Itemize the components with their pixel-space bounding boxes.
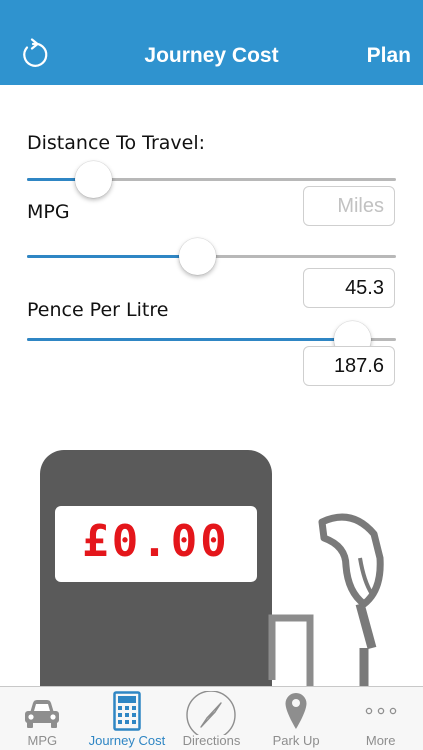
ppl-label: Pence Per Litre: [27, 299, 169, 321]
more-dots-icon: [365, 707, 396, 715]
tab-label: Directions: [182, 733, 241, 748]
mpg-label: MPG: [27, 201, 70, 223]
fuel-nozzle-icon: [268, 513, 384, 686]
fuel-pump-illustration: £0.00: [0, 440, 423, 686]
page-title: Journey Cost: [144, 44, 279, 67]
tab-label: MPG: [27, 733, 58, 748]
tab-journey-cost[interactable]: Journey Cost: [85, 687, 170, 750]
mpg-input[interactable]: [303, 268, 395, 308]
slider-thumb[interactable]: [178, 238, 216, 275]
plan-button[interactable]: Plan: [367, 44, 411, 68]
car-icon: [25, 700, 60, 728]
tab-directions[interactable]: Directions: [169, 687, 254, 750]
slider-fill: [27, 338, 352, 341]
calculator-icon: [113, 691, 141, 731]
compass-icon: [186, 691, 237, 735]
tab-label: More: [365, 733, 396, 748]
navigation-bar: Journey Cost Plan: [0, 0, 423, 85]
slider-fill: [27, 255, 197, 258]
tab-label: Park Up: [272, 733, 320, 748]
tab-park-up[interactable]: Park Up: [254, 687, 339, 750]
ppl-input[interactable]: [303, 346, 395, 386]
tab-bar: MPG Journey Cost Directions Park Up More: [0, 686, 423, 750]
price-display-panel: £0.00: [55, 506, 257, 582]
journey-cost-value: £0.00: [82, 516, 230, 567]
tab-more[interactable]: More: [338, 687, 423, 750]
distance-input[interactable]: [303, 186, 395, 226]
map-pin-icon: [285, 693, 307, 729]
tab-mpg[interactable]: MPG: [0, 687, 85, 750]
distance-label: Distance To Travel:: [27, 132, 206, 154]
tab-label: Journey Cost: [88, 733, 166, 748]
slider-thumb[interactable]: [75, 161, 113, 198]
